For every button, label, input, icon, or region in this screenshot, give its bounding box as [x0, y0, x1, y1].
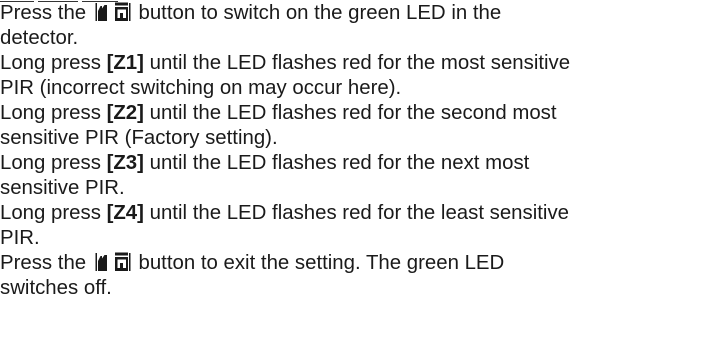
text-line: Long press [Z2] until the LED flashes re… [0, 101, 704, 126]
text-fragment: Press the [0, 252, 92, 274]
text-line: detector. [0, 26, 704, 51]
text-line: sensitive PIR. [0, 176, 704, 201]
text-line: Long press [Z1] until the LED flashes re… [0, 51, 704, 76]
text-line: PIR (incorrect switching on may occur he… [0, 76, 704, 101]
text-line: Long press [Z4] until the LED flashes re… [0, 201, 704, 226]
text-line: sensitive PIR (Factory setting). [0, 126, 704, 151]
key-label-z2: [Z2] [106, 102, 144, 124]
text-fragment: Long press [0, 202, 107, 224]
brightness-adjust-button-icon [95, 2, 131, 22]
text-line: PIR. [0, 226, 704, 251]
text-fragment: Long press [0, 102, 107, 124]
text-fragment: switches off. [0, 277, 112, 299]
text-fragment: PIR (incorrect switching on may occur he… [0, 77, 402, 99]
text-fragment: detector. [0, 27, 79, 49]
text-fragment: PIR. [0, 227, 40, 249]
text-line: Press the button to exit the setting. Th… [0, 251, 704, 276]
instruction-text: Press the button to switch on the green … [0, 1, 704, 301]
text-fragment: button to exit the setting. The green LE… [132, 252, 505, 274]
key-label-z1: [Z1] [106, 52, 144, 74]
text-fragment: until the LED flashes red for the least … [143, 202, 569, 224]
text-fragment: until the LED flashes red for the second… [143, 102, 557, 124]
key-label-z3: [Z3] [106, 152, 144, 174]
key-label-z4: [Z4] [106, 202, 144, 224]
text-line: Long press [Z3] until the LED flashes re… [0, 151, 704, 176]
text-fragment: until the LED flashes red for the next m… [143, 152, 530, 174]
text-line: Press the button to switch on the green … [0, 1, 704, 26]
text-fragment: button to switch on the green LED in the [132, 2, 502, 24]
text-fragment: sensitive PIR. [0, 177, 125, 199]
text-fragment: Long press [0, 152, 107, 174]
text-fragment: sensitive PIR (Factory setting). [0, 127, 278, 149]
text-fragment: Press the [0, 2, 92, 24]
text-fragment: until the LED flashes red for the most s… [143, 52, 571, 74]
text-line: switches off. [0, 276, 704, 301]
text-fragment: Long press [0, 52, 107, 74]
brightness-adjust-button-icon [95, 252, 131, 272]
